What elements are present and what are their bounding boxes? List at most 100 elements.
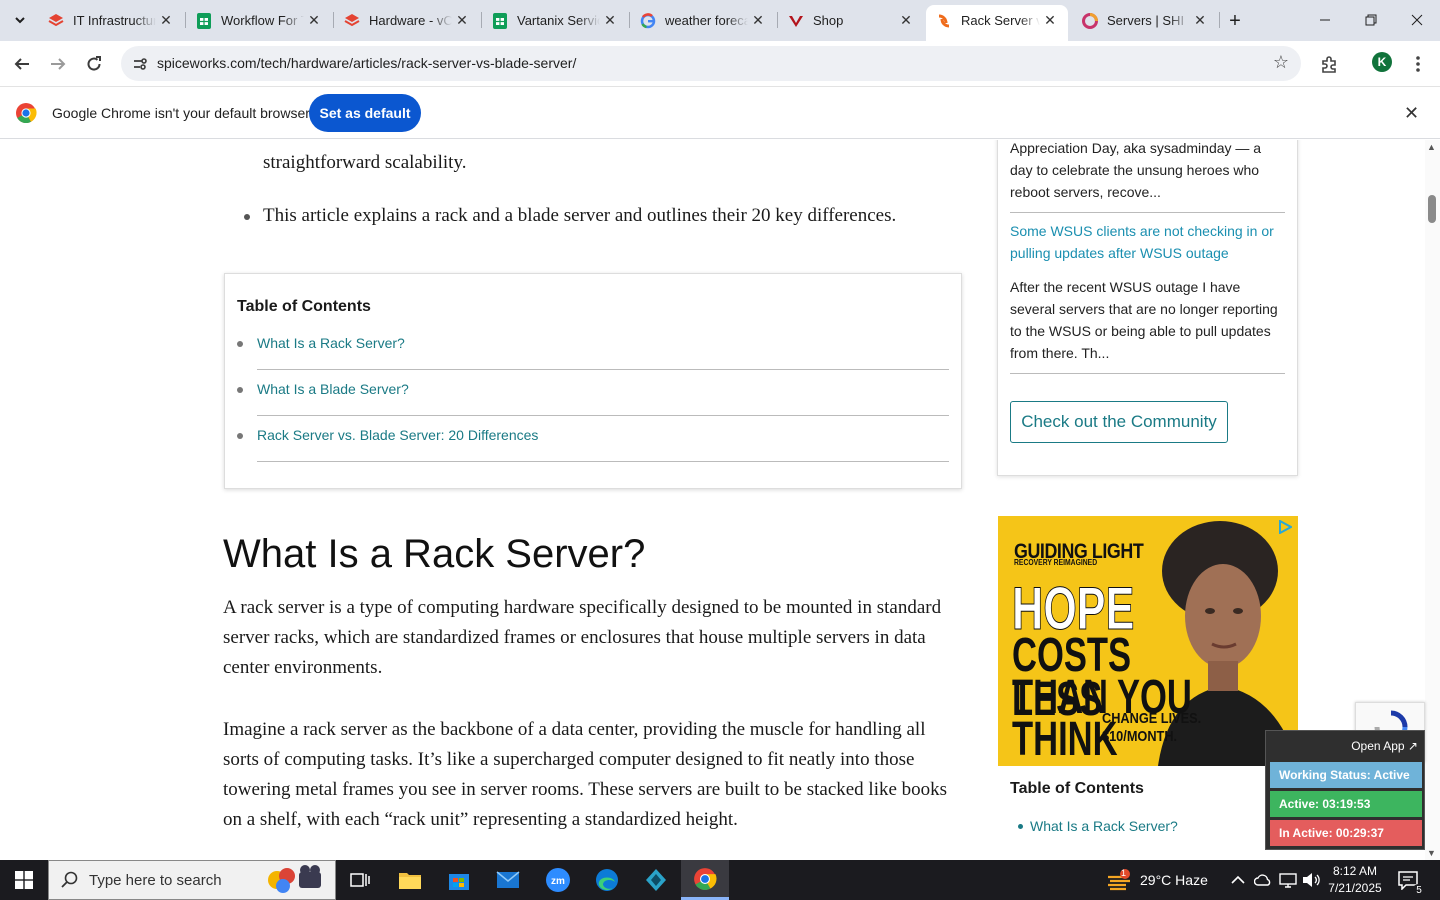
back-button[interactable]	[7, 49, 37, 79]
toc-item[interactable]: What Is a Rack Server?	[237, 324, 949, 370]
start-button[interactable]	[0, 860, 48, 900]
adchoices-icon[interactable]	[1278, 520, 1292, 534]
scrollbar-thumb[interactable]	[1428, 195, 1436, 223]
set-as-default-button[interactable]: Set as default	[309, 94, 421, 132]
microsoft-store-app[interactable]	[435, 860, 483, 900]
close-icon[interactable]: ✕	[452, 11, 472, 31]
page-scrollbar[interactable]: ▲ ▼	[1425, 140, 1440, 860]
menu-kebab-icon[interactable]	[1404, 50, 1432, 78]
zoom-icon: zm	[546, 868, 570, 892]
tab-servers-shi[interactable]: Servers | SHI ✕	[1072, 5, 1218, 36]
svg-text:zm: zm	[551, 876, 565, 887]
tab-search-button[interactable]	[6, 6, 34, 34]
chevron-up-icon	[1231, 875, 1245, 884]
time-tracker-widget: Open App ↗ Working Status: Active Active…	[1265, 730, 1425, 850]
close-icon[interactable]: ✕	[896, 11, 916, 31]
clock-time: 8:12 AM	[1332, 864, 1378, 878]
file-explorer-app[interactable]	[386, 860, 434, 900]
diamond-app-icon	[646, 869, 666, 891]
sidebar-toc-link[interactable]: What Is a Rack Server?	[1030, 818, 1178, 834]
windows-taskbar: Type here to search zm 29°C Haze 1 8:12 …	[0, 860, 1440, 900]
network-icon	[1279, 873, 1297, 888]
tab-workflow[interactable]: Workflow For Technology ✕	[186, 5, 332, 36]
toc-link[interactable]: Rack Server vs. Blade Server: 20 Differe…	[257, 427, 538, 443]
new-tab-button[interactable]: +	[1222, 8, 1248, 34]
inactive-timer: In Active: 00:29:37	[1270, 820, 1422, 846]
google-icon	[640, 12, 656, 29]
folder-icon	[399, 873, 421, 889]
paragraph: A rack server is a type of computing har…	[223, 597, 942, 678]
restore-button[interactable]	[1348, 0, 1394, 40]
edge-icon	[596, 869, 618, 891]
bullet-text: straightforward scalability.	[263, 152, 467, 173]
close-icon[interactable]: ✕	[1190, 11, 1210, 31]
notification-count: 5	[1412, 884, 1426, 898]
v-icon	[788, 13, 804, 29]
weather-badge: 1	[1121, 868, 1127, 878]
taskbar-search[interactable]: Type here to search	[48, 860, 336, 900]
toc-item[interactable]: What Is a Blade Server?	[237, 370, 949, 416]
close-icon[interactable]: ✕	[304, 11, 324, 31]
task-view-button[interactable]	[336, 860, 384, 900]
toc-item[interactable]: Rack Server vs. Blade Server: 20 Differe…	[237, 416, 949, 462]
url-text: spiceworks.com/tech/hardware/articles/ra…	[157, 55, 577, 71]
edge-app[interactable]	[583, 860, 631, 900]
mail-app[interactable]	[484, 860, 532, 900]
browser-toolbar: spiceworks.com/tech/hardware/articles/ra…	[0, 41, 1440, 87]
weather-widget[interactable]: 29°C Haze	[1106, 860, 1208, 900]
weather-haze-icon	[1108, 869, 1130, 891]
diamond-app[interactable]	[632, 860, 680, 900]
sidebar-toc-title: Table of Contents	[1010, 780, 1144, 797]
close-icon[interactable]: ✕	[1404, 103, 1419, 124]
extensions-icon[interactable]	[1315, 50, 1343, 78]
minimize-button[interactable]	[1302, 0, 1348, 40]
tab-hardware-vcio[interactable]: Hardware - vCIO ✕	[334, 5, 480, 36]
volume-button[interactable]	[1302, 860, 1320, 900]
system-clock[interactable]: 8:12 AM 7/21/2025	[1320, 863, 1390, 897]
cloud-sync-icon	[1254, 874, 1271, 886]
tab-shop[interactable]: Shop ✕	[778, 5, 924, 36]
community-post-excerpt: Appreciation Day, aka sysadminday — a da…	[1010, 140, 1262, 200]
profile-avatar[interactable]: K	[1372, 52, 1392, 72]
close-icon[interactable]: ✕	[1040, 11, 1060, 31]
toc-link[interactable]: What Is a Blade Server?	[257, 381, 409, 397]
chrome-logo-icon	[16, 103, 37, 124]
sheets-icon	[492, 12, 508, 29]
forward-button[interactable]	[43, 49, 73, 79]
spiceworks-icon	[936, 13, 952, 29]
reload-button[interactable]	[79, 49, 109, 79]
tab-rack-server[interactable]: Rack Server vs ✕	[926, 5, 1068, 41]
scroll-down-icon[interactable]: ▼	[1427, 848, 1436, 858]
task-view-icon	[350, 873, 370, 887]
close-icon[interactable]: ✕	[748, 11, 768, 31]
tray-app-icon[interactable]	[1254, 860, 1272, 900]
restore-icon	[1365, 14, 1377, 26]
tab-weather[interactable]: weather forecast ✕	[630, 5, 776, 36]
toc-link[interactable]: What Is a Rack Server?	[257, 335, 405, 351]
toc-title: Table of Contents	[237, 298, 371, 315]
network-button[interactable]	[1279, 860, 1297, 900]
search-icon	[61, 871, 78, 888]
address-bar[interactable]: spiceworks.com/tech/hardware/articles/ra…	[121, 46, 1301, 81]
speaker-icon	[1303, 873, 1320, 887]
tab-it-infrastructure[interactable]: IT Infrastructure ✕	[38, 5, 184, 36]
chrome-icon	[694, 867, 717, 890]
site-settings-icon[interactable]	[129, 53, 151, 75]
arrow-left-icon	[14, 58, 29, 70]
zoom-app[interactable]: zm	[534, 860, 582, 900]
tab-vartanix[interactable]: Vartanix Services ✕	[482, 5, 628, 36]
community-post-link[interactable]: Some WSUS clients are not checking in or…	[1010, 220, 1285, 264]
todoist-icon	[344, 13, 360, 29]
tray-overflow-button[interactable]	[1231, 860, 1245, 900]
ad-cta: CHANGE LIVES.	[1102, 710, 1202, 727]
bookmark-star-icon[interactable]: ☆	[1273, 52, 1289, 73]
open-app-link[interactable]: Open App ↗	[1351, 739, 1418, 753]
close-icon	[1411, 14, 1423, 26]
close-window-button[interactable]	[1394, 0, 1440, 40]
advertisement[interactable]: GUIDING LIGHT RECOVERY REIMAGINED HOPE C…	[998, 516, 1298, 766]
chrome-app[interactable]	[681, 860, 729, 900]
close-icon[interactable]: ✕	[156, 11, 176, 31]
close-icon[interactable]: ✕	[600, 11, 620, 31]
check-community-button[interactable]: Check out the Community	[1010, 401, 1228, 443]
scroll-up-icon[interactable]: ▲	[1427, 142, 1436, 152]
